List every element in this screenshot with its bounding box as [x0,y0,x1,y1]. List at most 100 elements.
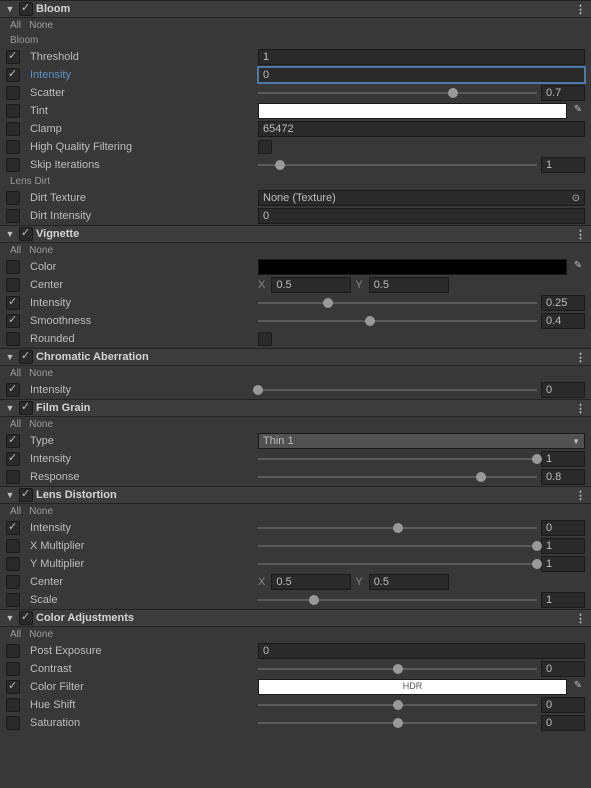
lensdist-intensity-field[interactable] [541,520,585,536]
lensdist-xmult-field[interactable] [541,538,585,554]
kebab-menu-icon[interactable]: ⋮ [575,3,591,16]
foldout-icon[interactable]: ▼ [4,229,16,239]
all-button[interactable]: All [10,20,21,31]
bloom-hqf-override[interactable] [6,140,20,154]
filmgrain-response-override[interactable] [6,470,20,484]
lensdist-ymult-override[interactable] [6,557,20,571]
filmgrain-response-slider[interactable] [258,469,537,485]
none-button[interactable]: None [29,368,53,379]
vignette-intensity-field[interactable] [541,295,585,311]
lensdist-intensity-override[interactable] [6,521,20,535]
section-header-lensdist[interactable]: ▼Lens Distortion⋮ [0,486,591,504]
lensdist-ymult-slider[interactable] [258,556,537,572]
none-button[interactable]: None [29,20,53,31]
lensdist-center-x[interactable] [271,574,351,590]
bloom-clamp-field[interactable] [258,121,585,137]
vignette-smoothness-field[interactable] [541,313,585,329]
vignette-center-x[interactable] [271,277,351,293]
kebab-menu-icon[interactable]: ⋮ [575,402,591,415]
lensdist-scale-field[interactable] [541,592,585,608]
bloom-threshold-field[interactable] [258,49,585,65]
bloom-dirtint-override[interactable] [6,209,20,223]
vignette-rounded-override[interactable] [6,332,20,346]
bloom-clamp-override[interactable] [6,122,20,136]
bloom-skip-slider[interactable] [258,157,537,173]
coloradj-saturation-override[interactable] [6,716,20,730]
chromab-intensity-field[interactable] [541,382,585,398]
none-button[interactable]: None [29,245,53,256]
lensdist-intensity-slider[interactable] [258,520,537,536]
coloradj-saturation-field[interactable] [541,715,585,731]
filmgrain-intensity-field[interactable] [541,451,585,467]
lensdist-center-override[interactable] [6,575,20,589]
coloradj-hueshift-override[interactable] [6,698,20,712]
lensdist-scale-slider[interactable] [258,592,537,608]
bloom-skip-field[interactable] [541,157,585,173]
foldout-icon[interactable]: ▼ [4,403,16,413]
lensdist-center-y[interactable] [369,574,449,590]
filmgrain-enable[interactable] [19,401,33,415]
bloom-hqf-toggle[interactable] [258,140,272,154]
bloom-enable[interactable] [19,2,33,16]
bloom-intensity-override[interactable] [6,68,20,82]
chromab-enable[interactable] [19,350,33,364]
bloom-tint-override[interactable] [6,104,20,118]
vignette-enable[interactable] [19,227,33,241]
coloradj-colorfilter-override[interactable] [6,680,20,694]
kebab-menu-icon[interactable]: ⋮ [575,228,591,241]
vignette-color-override[interactable] [6,260,20,274]
kebab-menu-icon[interactable]: ⋮ [575,489,591,502]
filmgrain-type-override[interactable] [6,434,20,448]
vignette-rounded-toggle[interactable] [258,332,272,346]
coloradj-contrast-override[interactable] [6,662,20,676]
coloradj-postexp-override[interactable] [6,644,20,658]
coloradj-hueshift-slider[interactable] [258,697,537,713]
all-button[interactable]: All [10,506,21,517]
chromab-intensity-slider[interactable] [258,382,537,398]
coloradj-colorfilter-color[interactable]: HDR [258,679,567,695]
all-button[interactable]: All [10,629,21,640]
vignette-color-color[interactable] [258,259,567,275]
bloom-dirttex-override[interactable] [6,191,20,205]
bloom-tint-color[interactable] [258,103,567,119]
filmgrain-type-dropdown[interactable]: Thin 1▼ [258,433,585,449]
coloradj-postexp-field[interactable] [258,643,585,659]
lensdist-enable[interactable] [19,488,33,502]
bloom-dirtint-field[interactable] [258,208,585,224]
bloom-scatter-field[interactable] [541,85,585,101]
bloom-intensity-field[interactable] [258,67,585,83]
none-button[interactable]: None [29,506,53,517]
vignette-intensity-slider[interactable] [258,295,537,311]
coloradj-contrast-slider[interactable] [258,661,537,677]
none-button[interactable]: None [29,419,53,430]
section-header-vignette[interactable]: ▼Vignette⋮ [0,225,591,243]
foldout-icon[interactable]: ▼ [4,4,16,14]
lensdist-xmult-slider[interactable] [258,538,537,554]
kebab-menu-icon[interactable]: ⋮ [575,612,591,625]
filmgrain-response-field[interactable] [541,469,585,485]
coloradj-contrast-field[interactable] [541,661,585,677]
coloradj-hueshift-field[interactable] [541,697,585,713]
all-button[interactable]: All [10,368,21,379]
section-header-bloom[interactable]: ▼Bloom⋮ [0,0,591,18]
none-button[interactable]: None [29,629,53,640]
bloom-threshold-override[interactable] [6,50,20,64]
filmgrain-intensity-slider[interactable] [258,451,537,467]
vignette-center-override[interactable] [6,278,20,292]
lensdist-ymult-field[interactable] [541,556,585,572]
bloom-skip-override[interactable] [6,158,20,172]
vignette-smoothness-slider[interactable] [258,313,537,329]
chromab-intensity-override[interactable] [6,383,20,397]
foldout-icon[interactable]: ▼ [4,352,16,362]
eyedropper-icon[interactable]: ✎ [571,104,585,118]
foldout-icon[interactable]: ▼ [4,490,16,500]
eyedropper-icon[interactable]: ✎ [571,260,585,274]
eyedropper-icon[interactable]: ✎ [571,680,585,694]
all-button[interactable]: All [10,419,21,430]
vignette-center-y[interactable] [369,277,449,293]
section-header-chromab[interactable]: ▼Chromatic Aberration⋮ [0,348,591,366]
lensdist-scale-override[interactable] [6,593,20,607]
lensdist-xmult-override[interactable] [6,539,20,553]
filmgrain-intensity-override[interactable] [6,452,20,466]
bloom-scatter-slider[interactable] [258,85,537,101]
